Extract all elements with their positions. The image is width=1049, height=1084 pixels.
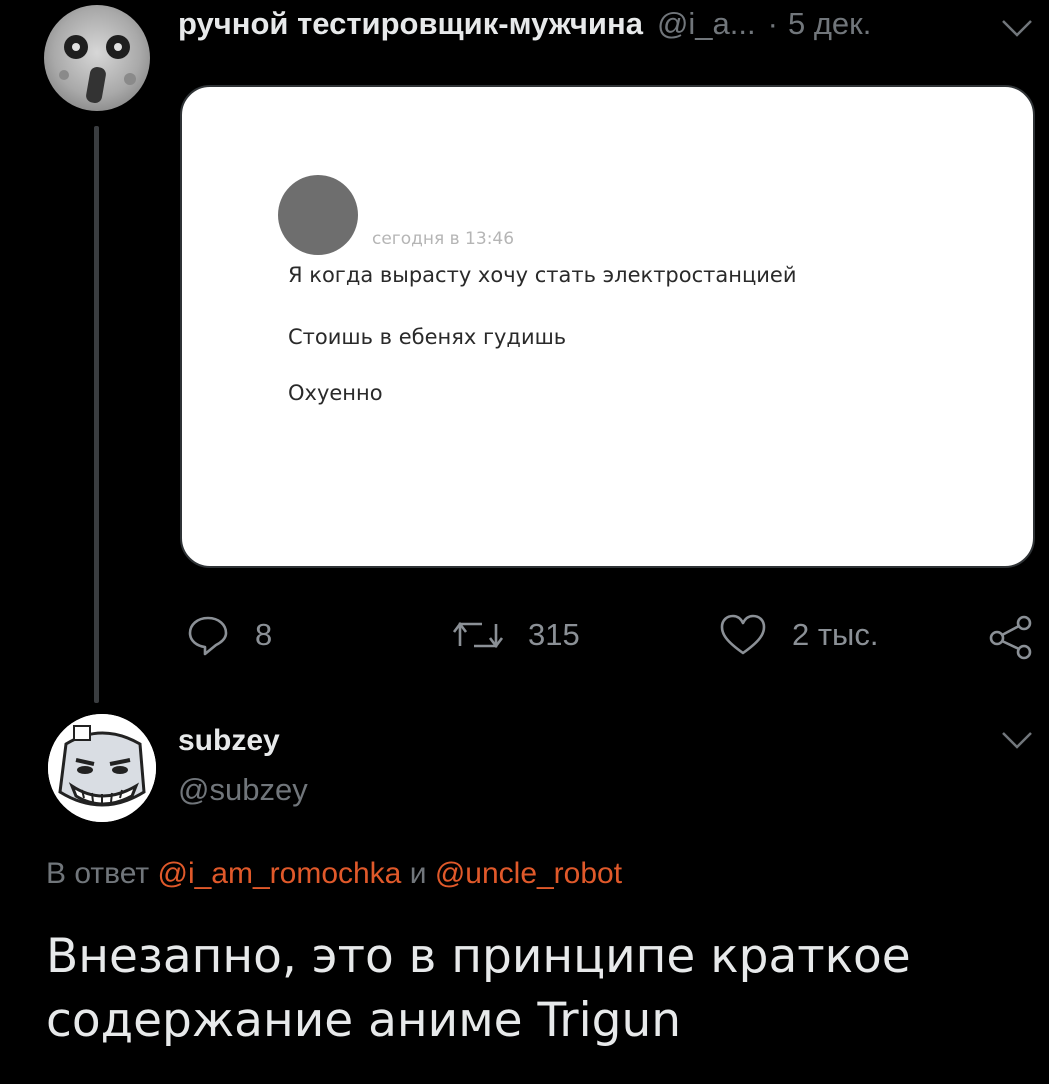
chevron-down-icon[interactable] xyxy=(1000,728,1034,752)
card-timestamp: сегодня в 13:46 xyxy=(372,229,515,249)
separator-dot: · xyxy=(767,6,778,41)
card-text-line: Я когда вырасту хочу стать электростанци… xyxy=(288,263,797,287)
retweet-count: 315 xyxy=(528,617,580,652)
author-name[interactable]: ручной тестировщик-мужчина xyxy=(178,6,643,42)
reply-context: В ответ @i_am_romochka и @uncle_robot xyxy=(46,857,622,891)
tweet-image-card[interactable]: сегодня в 13:46 Я когда вырасту хочу ста… xyxy=(180,85,1035,568)
mention-link[interactable]: @i_am_romochka xyxy=(157,857,401,890)
reply-prefix: В ответ xyxy=(46,857,150,890)
mention-link[interactable]: @uncle_robot xyxy=(435,857,622,890)
thread-connector-line xyxy=(94,126,99,703)
cartoon-face-avatar-image xyxy=(48,714,156,822)
heart-icon xyxy=(720,614,766,655)
tweet-date[interactable]: 5 дек. xyxy=(788,6,871,42)
like-button[interactable]: 2 тыс. xyxy=(718,612,878,658)
author-name[interactable]: subzey xyxy=(178,724,280,758)
retweet-button[interactable]: 315 xyxy=(452,612,580,658)
chevron-down-icon[interactable] xyxy=(1000,16,1034,40)
reply-count: 8 xyxy=(255,617,273,652)
author-handle[interactable]: @subzey xyxy=(178,772,308,808)
card-text-line: Стоишь в ебенях гудишь xyxy=(288,325,567,349)
reply-button[interactable]: 8 xyxy=(185,612,272,658)
author-handle[interactable]: @i_a... xyxy=(657,6,756,42)
share-icon xyxy=(989,615,1032,660)
card-text-line: Охуенно xyxy=(288,381,383,405)
blurred-avatar xyxy=(278,175,358,255)
tweet-header: ручной тестировщик-мужчина @i_a... · 5 д… xyxy=(178,6,871,46)
moon-face-avatar-image xyxy=(59,35,136,104)
share-button[interactable] xyxy=(988,614,1049,660)
reply-conjunction: и xyxy=(409,857,427,890)
tweet-text: Внезапно, это в принципе краткое содержа… xyxy=(46,929,911,1048)
retweet-icon xyxy=(452,621,504,649)
avatar[interactable] xyxy=(48,714,156,822)
like-count: 2 тыс. xyxy=(792,617,879,652)
avatar[interactable] xyxy=(44,5,150,111)
reply-bubble-icon xyxy=(188,616,228,656)
